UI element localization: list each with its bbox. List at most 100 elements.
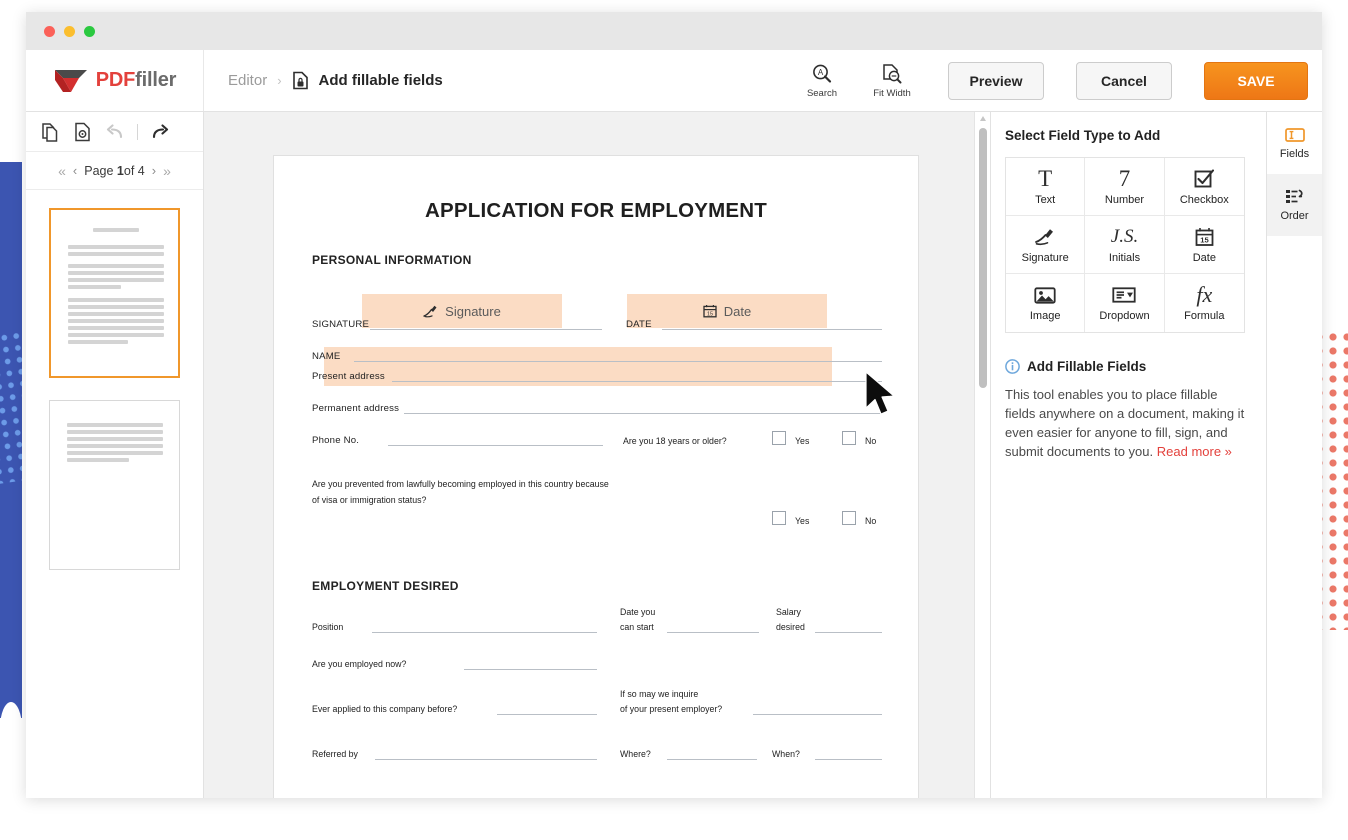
field-type-panel-title: Select Field Type to Add [1005,128,1161,143]
visa-question-line1: Are you prevented from lawfully becoming… [312,479,609,489]
maximize-icon[interactable] [84,25,95,37]
search-button[interactable]: A Search [798,63,846,99]
prev-page-button[interactable]: ‹ [73,163,77,178]
order-icon [1285,189,1303,203]
field-type-formula[interactable]: fx Formula [1164,274,1244,332]
info-heading: Add Fillable Fields [1027,359,1147,374]
visa-question-row: Are you prevented from lawfully becoming… [312,475,880,531]
fields-icon [1284,127,1305,142]
where-label: Where? [620,749,651,759]
salary-line2: desired [776,622,805,632]
signature-date-row: SIGNATURE DATE [312,267,882,333]
field-type-dropdown[interactable]: Dropdown [1085,274,1165,332]
breadcrumb-editor[interactable]: Editor [228,72,267,89]
signature-field-line[interactable] [370,329,602,330]
number-icon: 7 [1118,165,1131,191]
position-line[interactable] [372,632,597,633]
phone-age-row: Phone No. Are you 18 years or older? Yes… [312,431,880,475]
when-line[interactable] [815,759,882,760]
name-field-line[interactable] [354,361,882,362]
logo[interactable]: PDFfiller [26,50,204,111]
right-rail: Fields Order [1266,112,1322,798]
pages-sidebar: « ‹ Page 1of 4 › » [26,112,204,798]
rail-item-fields-label: Fields [1279,147,1310,160]
field-type-number[interactable]: 7 Number [1085,158,1165,216]
chevron-right-icon: › [277,73,282,88]
where-line[interactable] [667,759,757,760]
page-title: Add fillable fields [318,72,443,89]
field-type-text[interactable]: T Text [1006,158,1086,216]
logo-pdf: PDF [95,69,136,91]
cancel-button[interactable]: Cancel [1076,61,1172,100]
phone-line[interactable] [388,445,603,446]
inquire-line1: If so may we inquire [620,689,699,699]
field-type-text-label: Text [1035,193,1056,206]
document-page[interactable]: APPLICATION FOR EMPLOYMENT PERSONAL INFO… [273,155,919,798]
visa-yes-checkbox[interactable] [772,511,786,525]
copy-pages-icon[interactable] [42,122,61,142]
preview-button[interactable]: Preview [948,61,1044,100]
age-yes-checkbox[interactable] [772,431,786,445]
salary-line[interactable] [815,632,882,633]
document-scrollbar[interactable] [974,112,990,798]
logo-filler: filler [135,69,177,91]
calendar-icon: 15 [1195,226,1214,248]
page-settings-icon[interactable] [74,122,92,142]
next-page-button[interactable]: › [152,163,156,178]
save-button[interactable]: SAVE [1204,61,1308,100]
referred-by-line[interactable] [375,759,597,760]
scroll-up-icon[interactable] [980,116,986,121]
last-page-button[interactable]: » [163,163,171,179]
date-start-line1: Date you [620,607,656,617]
field-type-checkbox[interactable]: Checkbox [1164,158,1244,216]
field-type-initials-label: Initials [1108,251,1141,264]
field-type-signature[interactable]: Signature [1006,216,1086,274]
header-tools: A Search Fit Width Preview Cancel SAVE [798,50,1322,111]
visa-yes-label: Yes [795,516,810,526]
close-icon[interactable] [44,25,55,37]
page-thumbnail-2[interactable] [49,400,180,570]
page-thumbnail-1[interactable] [49,208,180,378]
minimize-icon[interactable] [64,25,75,37]
document-content: PERSONAL INFORMATION Signature 15 Date S… [274,253,918,783]
decoration-blue-dots [0,327,22,487]
age-yes-label: Yes [795,436,810,446]
field-type-date[interactable]: 15 Date [1164,216,1244,274]
app-window: PDFfiller Editor › Add fillable fields A… [26,12,1322,798]
app-header: PDFfiller Editor › Add fillable fields A… [26,50,1322,112]
first-page-button[interactable]: « [58,163,66,179]
page-navigator: « ‹ Page 1of 4 › » [26,152,203,190]
read-more-link[interactable]: Read more » [1157,444,1232,459]
info-heading-row: Add Fillable Fields [1005,359,1249,374]
rail-item-order[interactable]: Order [1267,174,1322,236]
permanent-address-line[interactable] [404,413,882,414]
ever-applied-line[interactable] [497,714,597,715]
ever-applied-label: Ever applied to this company before? [312,704,458,714]
inquire-line[interactable] [753,714,882,715]
undo-icon[interactable] [105,123,124,140]
document-title: APPLICATION FOR EMPLOYMENT [425,199,767,222]
salary-line1: Salary [776,607,801,617]
breadcrumb: Editor › Add fillable fields [204,50,798,111]
phone-label: Phone No. [312,435,360,446]
present-address-line[interactable] [392,381,882,382]
fit-width-button[interactable]: Fit Width [868,63,916,99]
field-type-image[interactable]: Image [1006,274,1086,332]
decoration-blue-notch [0,702,22,718]
age-no-checkbox[interactable] [842,431,856,445]
date-field-line[interactable] [662,329,882,330]
document-canvas[interactable]: APPLICATION FOR EMPLOYMENT PERSONAL INFO… [204,112,990,798]
page-label-post: of 4 [123,163,145,178]
field-type-initials[interactable]: J.S. Initials [1085,216,1165,274]
rail-item-fields[interactable]: Fields [1267,112,1322,174]
logo-text: PDFfiller [95,69,177,92]
redo-icon[interactable] [151,123,170,140]
date-start-line[interactable] [667,632,759,633]
employed-now-line[interactable] [464,669,597,670]
search-icon: A [813,64,832,83]
present-address-row: Present address [312,371,882,403]
scrollbar-thumb[interactable] [979,128,987,388]
visa-no-checkbox[interactable] [842,511,856,525]
date-start-line2: can start [620,622,654,632]
age-question-label: Are you 18 years or older? [623,436,727,446]
